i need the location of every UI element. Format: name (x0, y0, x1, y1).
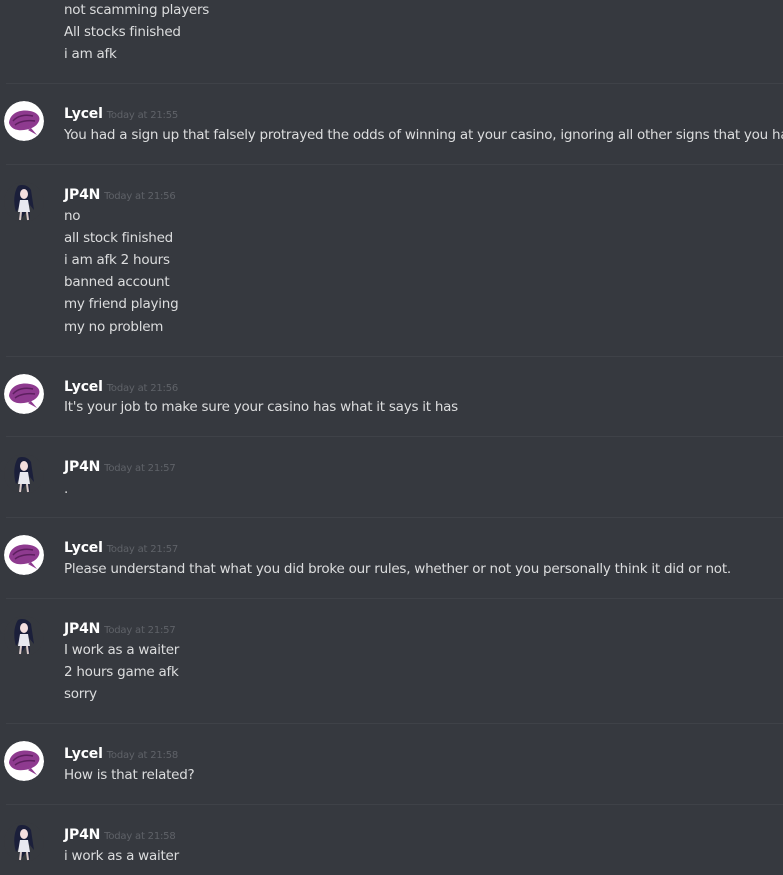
message-header: JP4N Today at 21:57 (64, 618, 176, 638)
timestamp: Today at 21:55 (106, 110, 179, 121)
username[interactable]: JP4N (64, 827, 100, 843)
chat-message-list: not scamming players All stocks finished… (0, 0, 783, 875)
message-header: JP4N Today at 21:56 (64, 184, 176, 204)
username[interactable]: Lycel (64, 106, 103, 122)
username[interactable]: JP4N (64, 621, 100, 637)
timestamp: Today at 21:57 (104, 463, 176, 474)
username[interactable]: Lycel (64, 379, 103, 395)
timestamp: Today at 21:58 (104, 831, 176, 842)
message-line: I work as a waiter (64, 642, 180, 658)
message-divider (6, 804, 783, 805)
anime-character-avatar-icon[interactable] (4, 616, 44, 656)
message-line: i am afk (64, 46, 117, 62)
message-line: banned account (64, 274, 170, 290)
message-line: all stock finished (64, 230, 173, 246)
message-header: JP4N Today at 21:57 (64, 456, 176, 476)
timestamp: Today at 21:58 (106, 750, 179, 761)
timestamp: Today at 21:57 (106, 544, 179, 555)
message-header: Lycel Today at 21:58 (64, 743, 178, 763)
anime-character-avatar-icon[interactable] (4, 454, 44, 494)
anime-character-avatar-icon[interactable] (4, 822, 44, 862)
message-header: Lycel Today at 21:57 (64, 537, 178, 557)
username[interactable]: JP4N (64, 459, 100, 475)
purple-bird-avatar-icon[interactable] (4, 101, 44, 141)
username[interactable]: Lycel (64, 746, 103, 762)
username[interactable]: Lycel (64, 540, 103, 556)
timestamp: Today at 21:56 (106, 383, 179, 394)
purple-bird-avatar-icon[interactable] (4, 741, 44, 781)
message-line: i work as a waiter (64, 848, 179, 864)
message-line: sorry (64, 686, 97, 702)
message-divider (6, 598, 783, 599)
message-divider (6, 517, 783, 518)
timestamp: Today at 21:57 (104, 625, 176, 636)
message-line: Please understand that what you did brok… (64, 561, 731, 577)
message-line: You had a sign up that falsely protrayed… (64, 127, 783, 143)
message-line: All stocks finished (64, 24, 181, 40)
message-divider (6, 723, 783, 724)
message-divider (6, 83, 783, 84)
message-divider (6, 164, 783, 165)
timestamp: Today at 21:56 (104, 191, 176, 202)
message-line: my friend playing (64, 296, 179, 312)
message-line: . (64, 481, 69, 497)
message-line: How is that related? (64, 767, 195, 783)
message-header: JP4N Today at 21:58 (64, 824, 176, 844)
username[interactable]: JP4N (64, 187, 100, 203)
message-line: It's your job to make sure your casino h… (64, 399, 458, 415)
message-line: 2 hours game afk (64, 664, 179, 680)
message-divider (6, 356, 783, 357)
message-line: not scamming players (64, 2, 210, 18)
message-line: i am afk 2 hours (64, 252, 170, 268)
message-divider (6, 436, 783, 437)
message-line: no (64, 208, 81, 224)
message-header: Lycel Today at 21:55 (64, 103, 178, 123)
anime-character-avatar-icon[interactable] (4, 182, 44, 222)
message-line: my no problem (64, 319, 164, 335)
purple-bird-avatar-icon[interactable] (4, 535, 44, 575)
message-header: Lycel Today at 21:56 (64, 376, 178, 396)
purple-bird-avatar-icon[interactable] (4, 374, 44, 414)
